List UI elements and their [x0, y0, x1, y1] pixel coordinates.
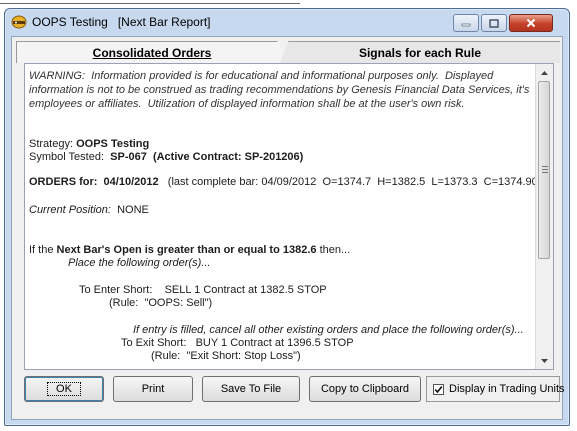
- checkmark-icon: [434, 386, 443, 394]
- title-bar[interactable]: OOPS Testing [Next Bar Report]: [5, 9, 569, 35]
- print-button-label: Print: [141, 383, 165, 395]
- background-divider-line: [0, 0, 300, 4]
- maximize-button[interactable]: [481, 14, 507, 32]
- dialog-client-area: Consolidated Orders Signals for each Rul…: [11, 36, 565, 420]
- place-orders-text: Place the following order(s)...: [68, 257, 211, 269]
- warning-text: information is not to be construed as tr…: [29, 84, 530, 96]
- copy-to-clipboard-button[interactable]: Copy to Clipboard: [309, 376, 421, 402]
- scroll-thumb[interactable]: [538, 81, 550, 259]
- save-to-file-button[interactable]: Save To File: [202, 376, 300, 402]
- scroll-grip: [542, 166, 548, 167]
- rule-sell-text: (Rule: "OOPS: Sell"): [109, 297, 213, 309]
- ok-button[interactable]: OK: [24, 376, 104, 402]
- display-trading-units-label: Display in Trading Units: [449, 383, 565, 395]
- position-line: Current Position: NONE: [29, 204, 149, 216]
- tab-label: Signals for each Rule: [358, 46, 482, 60]
- rule-stop-text: (Rule: "Exit Short: Stop Loss"): [151, 350, 301, 362]
- symbol-label: Symbol Tested:: [29, 151, 105, 163]
- warning-text: employees or affiliates. Utilization of …: [29, 98, 465, 110]
- condition-text: Next Bar's Open is greater than or equal…: [56, 244, 317, 256]
- save-button-label: Save To File: [220, 383, 282, 395]
- tab-label: Consolidated Orders: [92, 46, 212, 60]
- condition-prefix: If the: [29, 244, 57, 256]
- symbol-value: SP-067 (Active Contract: SP-201206): [110, 151, 304, 163]
- close-button[interactable]: [509, 14, 553, 32]
- vertical-scrollbar[interactable]: [535, 64, 553, 369]
- position-value: NONE: [117, 204, 149, 216]
- scroll-up-icon: [541, 70, 548, 75]
- window-title: OOPS Testing [Next Bar Report]: [32, 15, 211, 29]
- report-window: OOPS Testing [Next Bar Report] Consolida…: [4, 8, 570, 426]
- report-content: WARNING: Information provided is for edu…: [27, 66, 541, 369]
- ok-button-label: OK: [47, 382, 81, 396]
- report-text-area[interactable]: WARNING: Information provided is for edu…: [24, 63, 554, 370]
- scroll-down-icon: [541, 358, 548, 363]
- strategy-value: OOPS Testing: [76, 138, 150, 150]
- orders-label: ORDERS for: 04/10/2012: [29, 176, 159, 188]
- print-button[interactable]: Print: [113, 376, 193, 402]
- tab-consolidated-orders[interactable]: Consolidated Orders: [16, 41, 288, 63]
- display-trading-units-group: Display in Trading Units: [426, 376, 565, 402]
- warning-text: WARNING: Information provided is for edu…: [29, 70, 494, 82]
- exit-short-order: To Exit Short: BUY 1 Contract at 1396.5 …: [121, 337, 354, 349]
- condition-suffix: then...: [316, 244, 351, 256]
- maximize-icon: [489, 18, 499, 28]
- orders-line: ORDERS for: 04/10/2012 (last complete ba…: [29, 176, 541, 188]
- orders-detail: (last complete bar: 04/09/2012 O=1374.7 …: [167, 176, 542, 188]
- minimize-icon: [461, 23, 471, 27]
- position-label: Current Position:: [29, 204, 111, 216]
- strategy-line: Strategy: OOPS Testing: [29, 138, 149, 150]
- scroll-grip: [542, 169, 548, 170]
- if-filled-text: If entry is filled, cancel all other exi…: [133, 324, 524, 336]
- app-helmet-icon: [11, 15, 27, 29]
- tab-signals-for-each-rule[interactable]: Signals for each Rule: [280, 41, 560, 63]
- scroll-down-button[interactable]: [536, 352, 553, 369]
- copy-button-label: Copy to Clipboard: [320, 383, 410, 395]
- condition-line: If the Next Bar's Open is greater than o…: [29, 244, 350, 256]
- enter-short-order: To Enter Short: SELL 1 Contract at 1382.…: [79, 284, 327, 296]
- close-icon: [526, 18, 536, 28]
- minimize-button[interactable]: [453, 14, 479, 32]
- scroll-up-button[interactable]: [536, 64, 553, 81]
- symbol-line: Symbol Tested: SP-067 (Active Contract: …: [29, 151, 303, 163]
- display-trading-units-checkbox[interactable]: [433, 384, 444, 395]
- scroll-grip: [542, 172, 548, 173]
- strategy-label: Strategy:: [29, 138, 74, 150]
